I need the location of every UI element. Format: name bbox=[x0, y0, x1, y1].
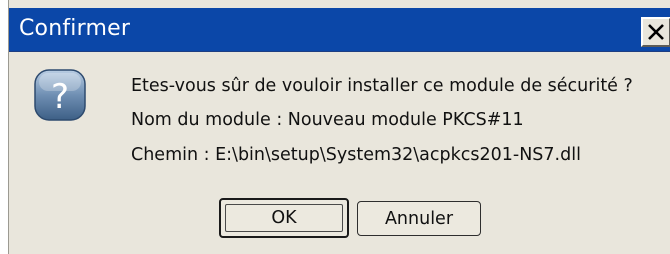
cancel-button-label: Annuler bbox=[384, 208, 454, 229]
cancel-button[interactable]: Annuler bbox=[357, 201, 481, 236]
question-glyph: ? bbox=[51, 77, 69, 117]
close-button[interactable] bbox=[641, 17, 670, 47]
page: Confirmer ? Etes-vous sûr de vouloir ins bbox=[0, 0, 670, 254]
message-line-question: Etes-vous sûr de vouloir installer ce mo… bbox=[131, 76, 633, 96]
ok-button-focus-ring bbox=[225, 204, 343, 232]
confirm-dialog: Confirmer ? Etes-vous sûr de vouloir ins bbox=[8, 0, 670, 254]
dialog-title: Confirmer bbox=[19, 16, 131, 41]
ok-button[interactable]: OK bbox=[219, 198, 349, 238]
close-icon bbox=[648, 24, 664, 40]
message-line-path: Chemin : E:\bin\setup\System32\acpkcs201… bbox=[131, 145, 581, 165]
message-line-module-name: Nom du module : Nouveau module PKCS#11 bbox=[131, 110, 524, 130]
question-icon: ? bbox=[34, 69, 86, 121]
title-bar[interactable]: Confirmer bbox=[9, 8, 670, 52]
